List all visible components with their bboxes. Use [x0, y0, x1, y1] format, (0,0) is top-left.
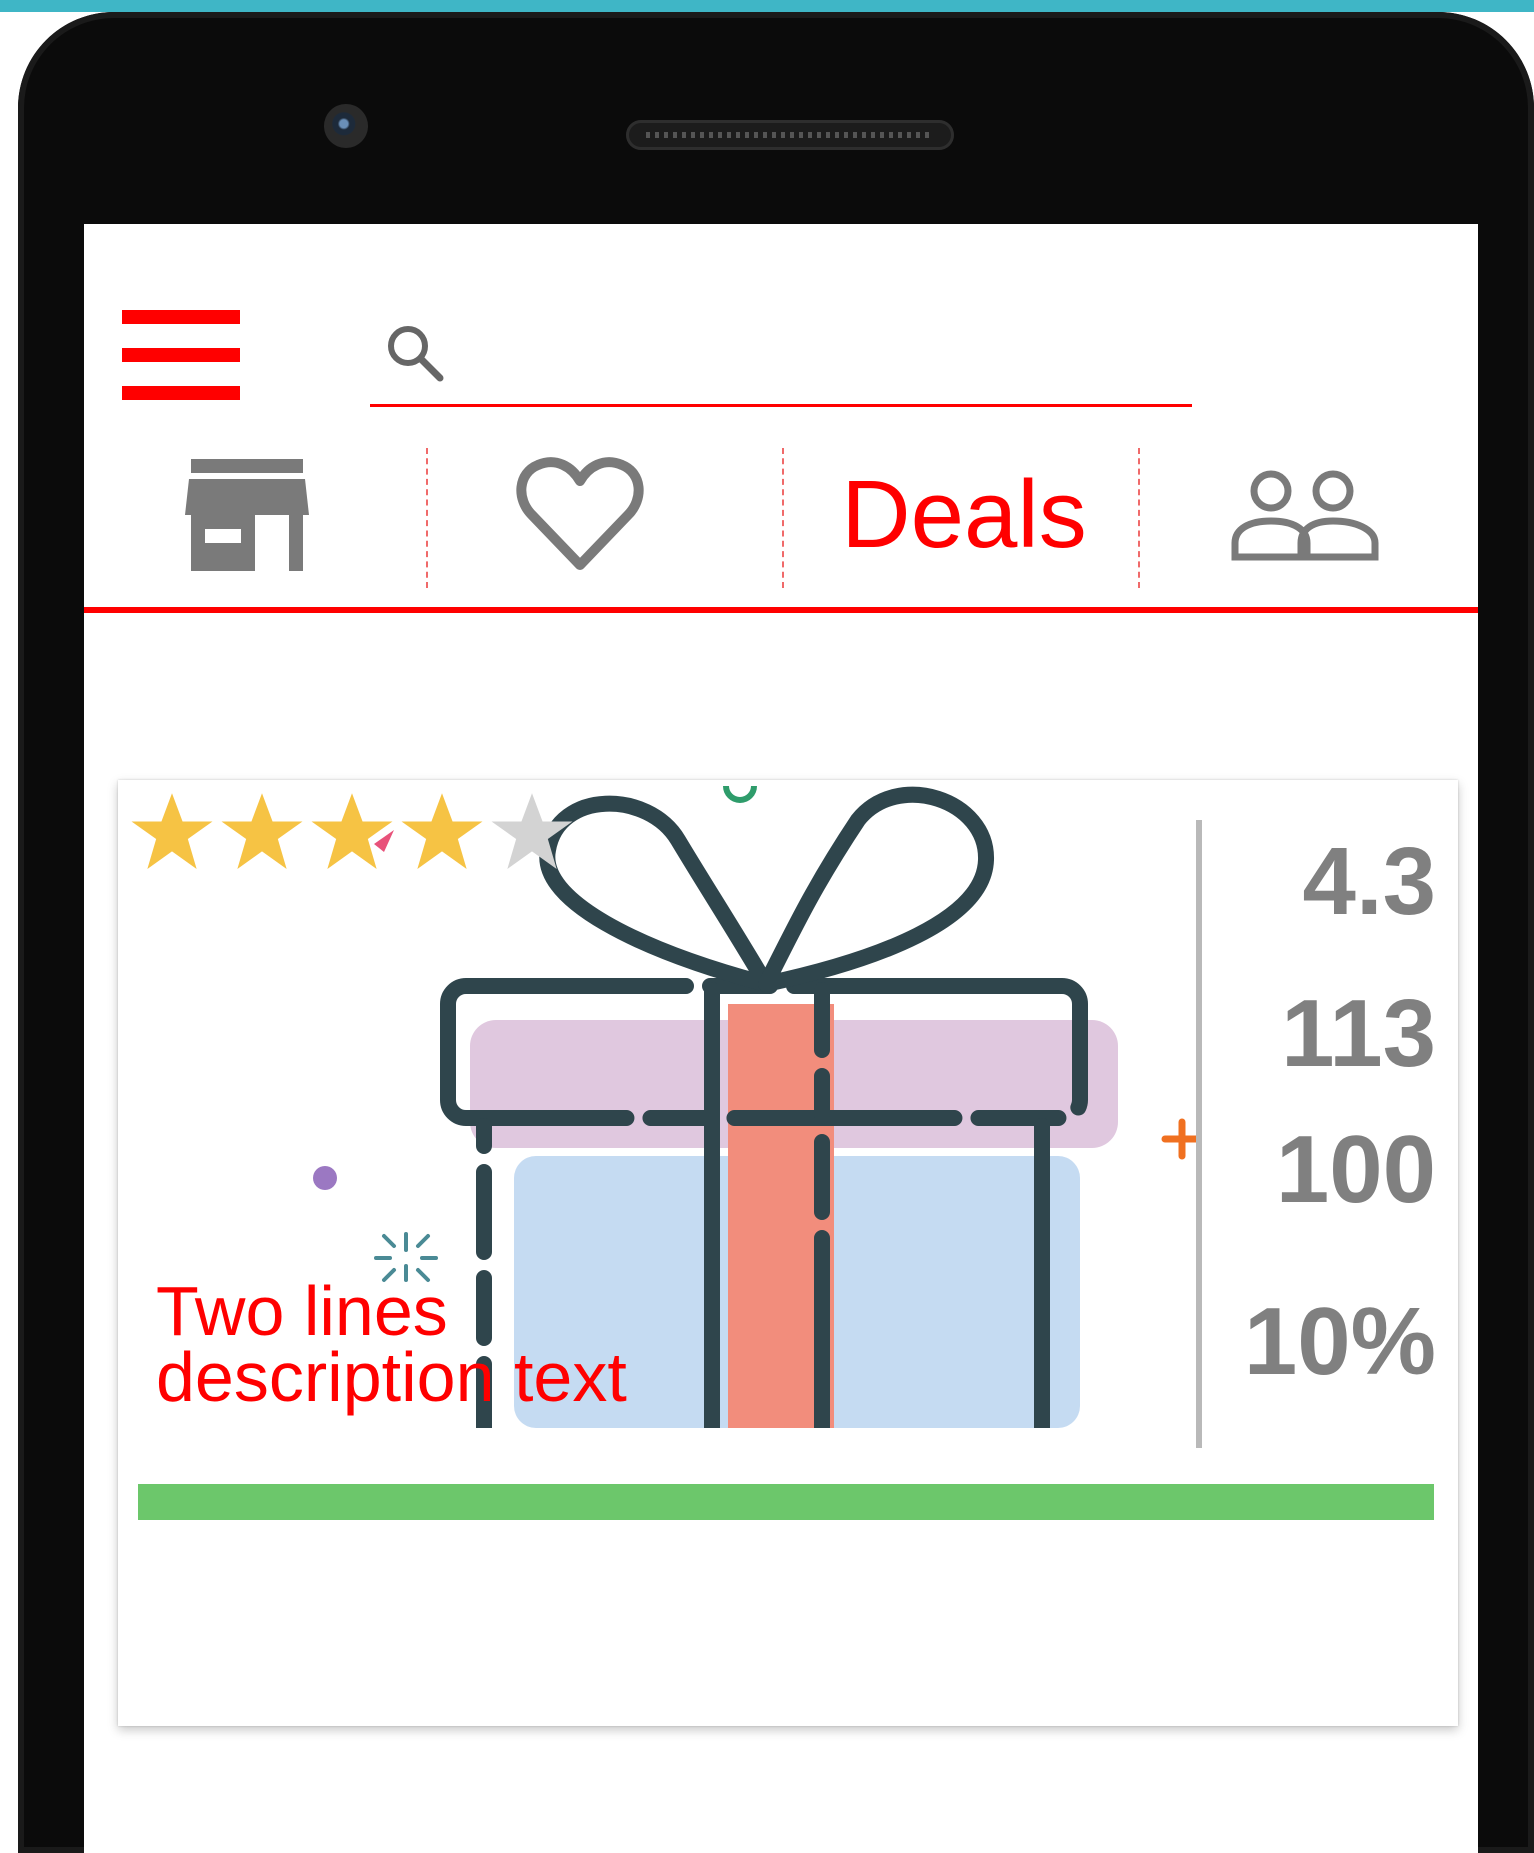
tab-divider — [782, 448, 784, 588]
people-icon — [1231, 470, 1379, 561]
tab-favorites[interactable] — [510, 440, 650, 590]
stats-divider — [1196, 820, 1202, 1448]
star-filled-icon — [401, 793, 483, 869]
tab-deals[interactable]: Deals — [824, 440, 1104, 590]
card-description: Two lines description text — [156, 1272, 627, 1416]
deal-card[interactable]: Two lines description text 4.3 113 100 1… — [118, 780, 1458, 1726]
tab-deals-label: Deals — [841, 461, 1087, 568]
tabs-underline — [84, 607, 1478, 613]
earpiece-speaker — [626, 120, 954, 150]
stat-points-value: 100 — [1275, 1116, 1436, 1223]
search-input[interactable] — [462, 324, 1186, 390]
progress-fill — [138, 1484, 1434, 1520]
window-top-strip — [0, 0, 1534, 12]
heart-icon — [516, 457, 644, 570]
stat-count-value: 113 — [1281, 980, 1436, 1087]
rating-stars — [128, 788, 576, 878]
star-filled-icon — [311, 793, 393, 869]
phone-screen: Deals Two lines description text 4.3 113… — [84, 224, 1478, 1853]
star-empty-icon — [491, 793, 573, 869]
tab-divider — [1138, 448, 1140, 588]
tab-people[interactable] — [1230, 440, 1380, 590]
tab-divider — [426, 448, 428, 588]
progress-bar — [138, 1484, 1434, 1520]
store-icon — [185, 459, 309, 571]
search-bar — [370, 316, 1192, 407]
hamburger-menu-icon[interactable] — [122, 310, 240, 402]
stat-percent-value: 10% — [1243, 1288, 1436, 1395]
star-filled-icon — [221, 793, 303, 869]
search-icon[interactable] — [378, 316, 454, 392]
stat-rating-value: 4.3 — [1302, 828, 1436, 935]
tab-store[interactable] — [180, 440, 314, 590]
front-camera — [324, 104, 368, 148]
tab-bar: Deals — [84, 440, 1478, 600]
star-filled-icon — [131, 793, 213, 869]
